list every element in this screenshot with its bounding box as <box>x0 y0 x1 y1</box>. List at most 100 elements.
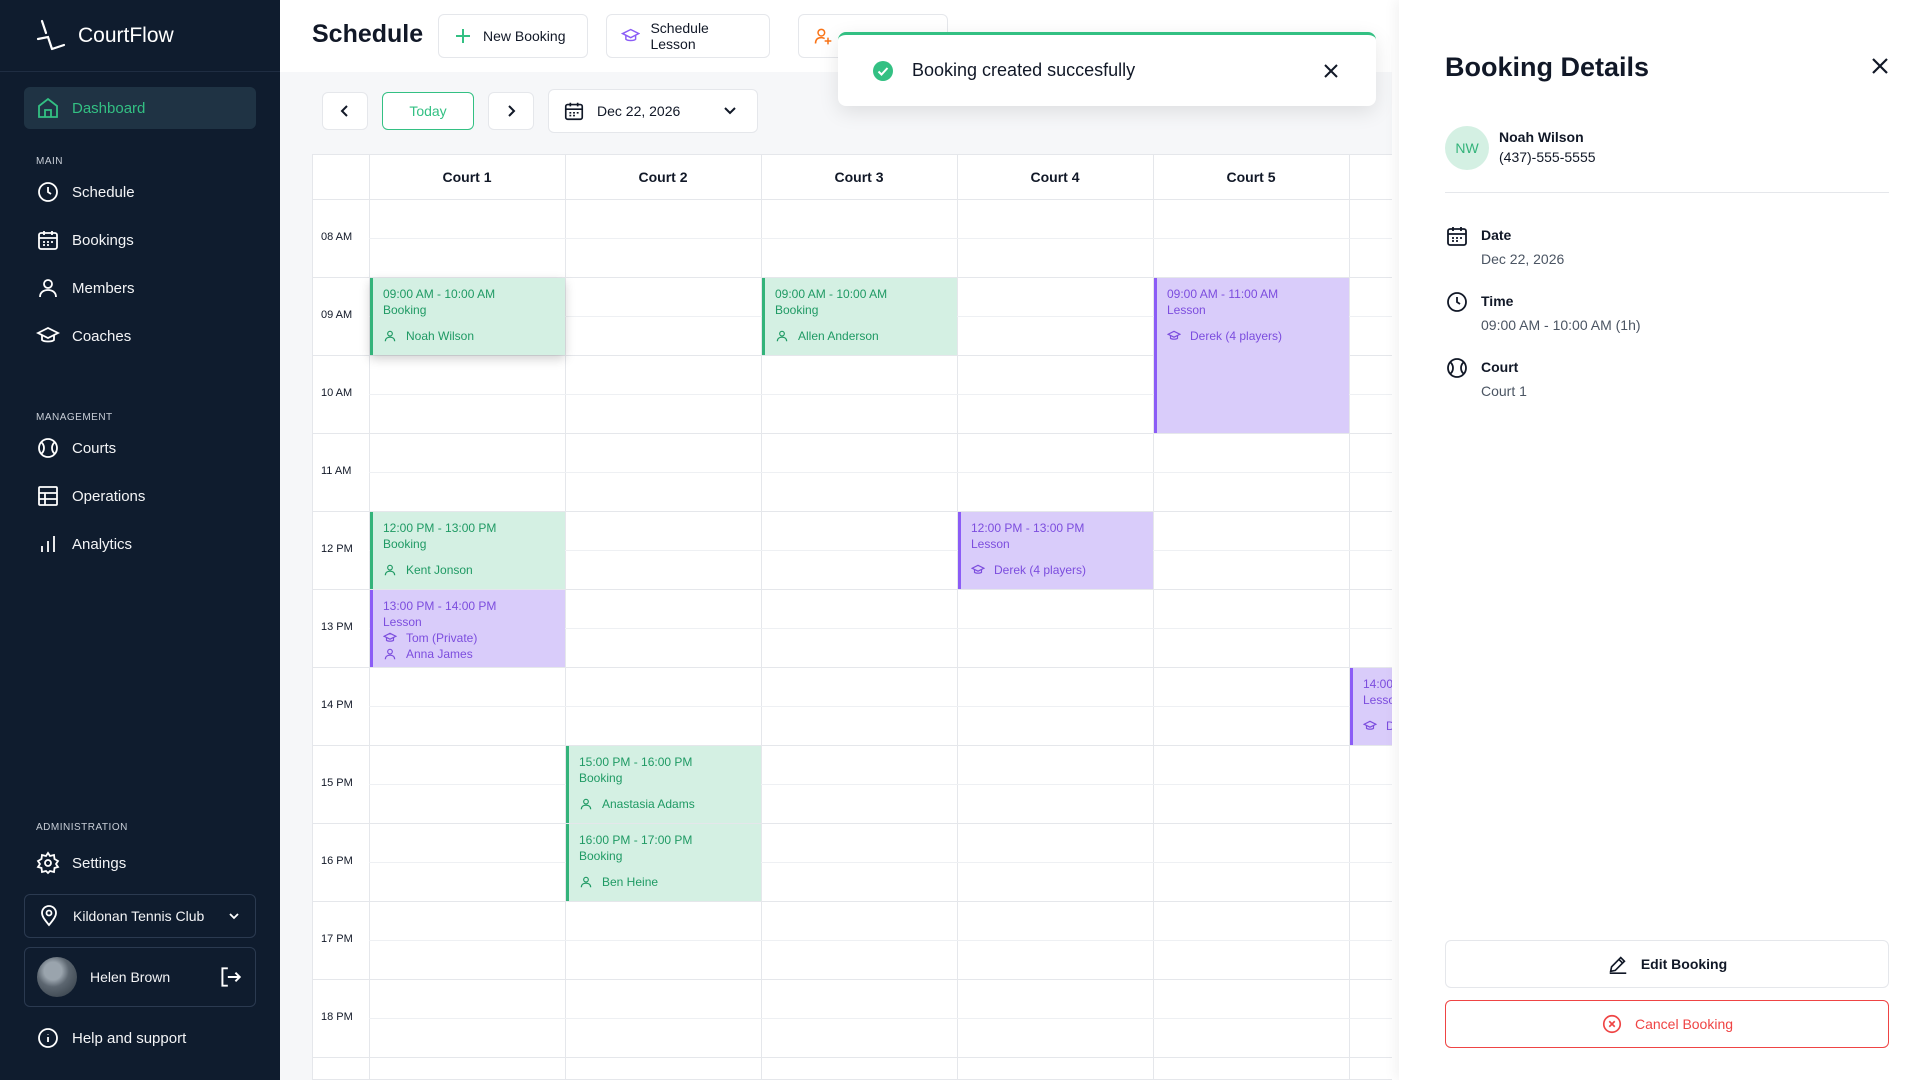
event-type: Booking <box>579 771 623 785</box>
grid-half-hour-line <box>369 784 1392 785</box>
sidebar-item-bookings[interactable]: Bookings <box>24 219 256 261</box>
selected-date: Dec 22, 2026 <box>597 103 681 119</box>
time-label: 12 PM <box>321 543 353 555</box>
grid-hour-line <box>313 745 1392 746</box>
participant-name: Ben Heine <box>602 875 659 889</box>
event-type: Lesso <box>1363 693 1392 707</box>
court-header[interactable]: Court 2 <box>565 155 761 199</box>
time-label: Time <box>1481 293 1514 309</box>
court-header[interactable]: Court 5 <box>1153 155 1349 199</box>
lesson-event[interactable]: 13:00 PM - 14:00 PM Lesson Tom (Private) An… <box>370 590 565 667</box>
event-time: 16:00 PM - 17:00 PM <box>579 833 693 847</box>
chevron-right-icon <box>508 105 516 117</box>
participant-name: Derek (4 players) <box>994 563 1087 577</box>
event-time: 09:00 AM - 10:00 AM <box>383 287 496 301</box>
court-header[interactable]: Court 4 <box>957 155 1153 199</box>
courtflow-logo-icon <box>36 19 66 50</box>
booking-event[interactable]: 09:00 AM - 10:00 AM Booking Noah Wilson <box>370 278 565 355</box>
grid-column-line <box>957 155 958 1079</box>
grid-hour-line <box>313 901 1392 902</box>
lesson-event[interactable]: 12:00 PM - 13:00 PM Lesson Derek (4 player… <box>958 512 1153 589</box>
booking-event[interactable]: 16:00 PM - 17:00 PM Booking Ben Heine <box>566 824 761 901</box>
lesson-event[interactable]: 14:00 Lesso De <box>1350 668 1392 745</box>
sidebar-item-members[interactable]: Members <box>24 267 256 309</box>
event-participant: Allen Anderson <box>775 328 947 344</box>
event-type: Lesson <box>383 615 422 629</box>
avatar[interactable] <box>37 957 77 997</box>
success-toast: Booking created succesfully <box>838 32 1376 106</box>
grid-hour-line <box>313 1057 1392 1058</box>
sidebar-item-courts[interactable]: Courts <box>24 427 256 469</box>
calendar-icon <box>38 231 58 250</box>
graduation-cap-icon <box>1363 720 1377 730</box>
time-label: 11 AM <box>321 465 352 477</box>
event-participant: Ben Heine <box>579 874 751 890</box>
tennis-ball-icon <box>1447 358 1467 378</box>
grid-half-hour-line <box>369 940 1392 941</box>
schedule-lesson-label: Schedule Lesson <box>650 20 709 52</box>
prev-day-button[interactable] <box>322 92 368 130</box>
member-phone: (437)-555-5555 <box>1499 149 1596 165</box>
participant-name: Anastasia Adams <box>602 797 695 811</box>
time-label: 10 AM <box>321 387 353 399</box>
sidebar-item-operations[interactable]: Operations <box>24 475 256 517</box>
sidebar-item-coaches[interactable]: Coaches <box>24 315 256 357</box>
divider <box>1445 192 1889 193</box>
sidebar-item-label: Settings <box>72 854 127 872</box>
event-participant: Noah Wilson <box>383 328 555 344</box>
event-type: Booking <box>775 303 819 317</box>
next-day-button[interactable] <box>488 92 534 130</box>
sidebar-item-schedule[interactable]: Schedule <box>24 171 256 213</box>
court-header[interactable]: Court 1 <box>369 155 565 199</box>
cancel-booking-button[interactable]: Cancel Booking <box>1445 1000 1889 1048</box>
chevron-left-icon <box>340 105 348 117</box>
user-icon <box>384 330 396 342</box>
club-select[interactable]: Kildonan Tennis Club <box>24 894 256 938</box>
booking-event[interactable]: 12:00 PM - 13:00 PM Booking Kent Jonson <box>370 512 565 589</box>
booking-event[interactable]: 15:00 PM - 16:00 PM Booking Anastasia Adam… <box>566 746 761 823</box>
new-booking-button[interactable]: New Booking <box>438 14 588 58</box>
event-type: Lesson <box>1167 303 1206 317</box>
clock-icon <box>38 182 58 202</box>
user-icon <box>384 648 396 660</box>
booking-details-panel: Booking Details NW Noah Wilson (437)-555… <box>1399 0 1920 1080</box>
schedule-lesson-button[interactable]: Schedule Lesson <box>606 14 770 58</box>
event-time: 12:00 PM - 13:00 PM <box>383 521 497 535</box>
close-icon[interactable] <box>1322 62 1340 80</box>
sidebar-item-help[interactable]: Help and support <box>24 1017 256 1059</box>
sidebar-item-settings[interactable]: Settings <box>24 842 256 884</box>
event-participant: Kent Jonson <box>383 562 555 578</box>
sidebar-item-label: Dashboard <box>72 99 146 117</box>
event-time: 13:00 PM - 14:00 PM <box>383 599 497 613</box>
participant-name: Allen Anderson <box>798 329 879 343</box>
sidebar-item-label: Schedule <box>72 183 135 201</box>
grid-hour-line <box>313 823 1392 824</box>
date-picker[interactable]: Dec 22, 2026 <box>548 89 758 133</box>
court-header[interactable]: Court 3 <box>761 155 957 199</box>
event-participant: Derek (4 players) <box>1167 328 1339 344</box>
panel-title: Booking Details <box>1445 52 1650 82</box>
lesson-event[interactable]: 09:00 AM - 11:00 AM Lesson Derek (4 player… <box>1154 278 1349 433</box>
date-value: Dec 22, 2026 <box>1481 251 1565 267</box>
sidebar-item-dashboard[interactable]: Dashboard <box>24 87 256 129</box>
participant-name: Tom (Private) <box>406 631 478 645</box>
today-button[interactable]: Today <box>382 92 474 130</box>
time-label: 15 PM <box>321 777 353 789</box>
edit-booking-button[interactable]: Edit Booking <box>1445 940 1889 988</box>
grid-half-hour-line <box>369 706 1392 707</box>
logout-icon[interactable] <box>217 964 243 990</box>
time-label: 16 PM <box>321 855 353 867</box>
app-name: CourtFlow <box>78 23 174 47</box>
grid-half-hour-line <box>369 1018 1392 1019</box>
x-circle-icon <box>1602 1014 1622 1034</box>
booking-event[interactable]: 09:00 AM - 10:00 AM Booking Allen Anderson <box>762 278 957 355</box>
sidebar-item-analytics[interactable]: Analytics <box>24 523 256 565</box>
time-label: 14 PM <box>321 699 353 711</box>
sidebar-item-label: Members <box>72 279 135 297</box>
sidebar-item-label: Bookings <box>72 231 134 249</box>
app-logo[interactable]: CourtFlow <box>0 0 280 72</box>
event-time: 09:00 AM - 10:00 AM <box>775 287 888 301</box>
plus-icon <box>456 29 470 43</box>
event-participant: Tom (Private) <box>383 630 555 646</box>
close-icon[interactable] <box>1870 56 1890 76</box>
